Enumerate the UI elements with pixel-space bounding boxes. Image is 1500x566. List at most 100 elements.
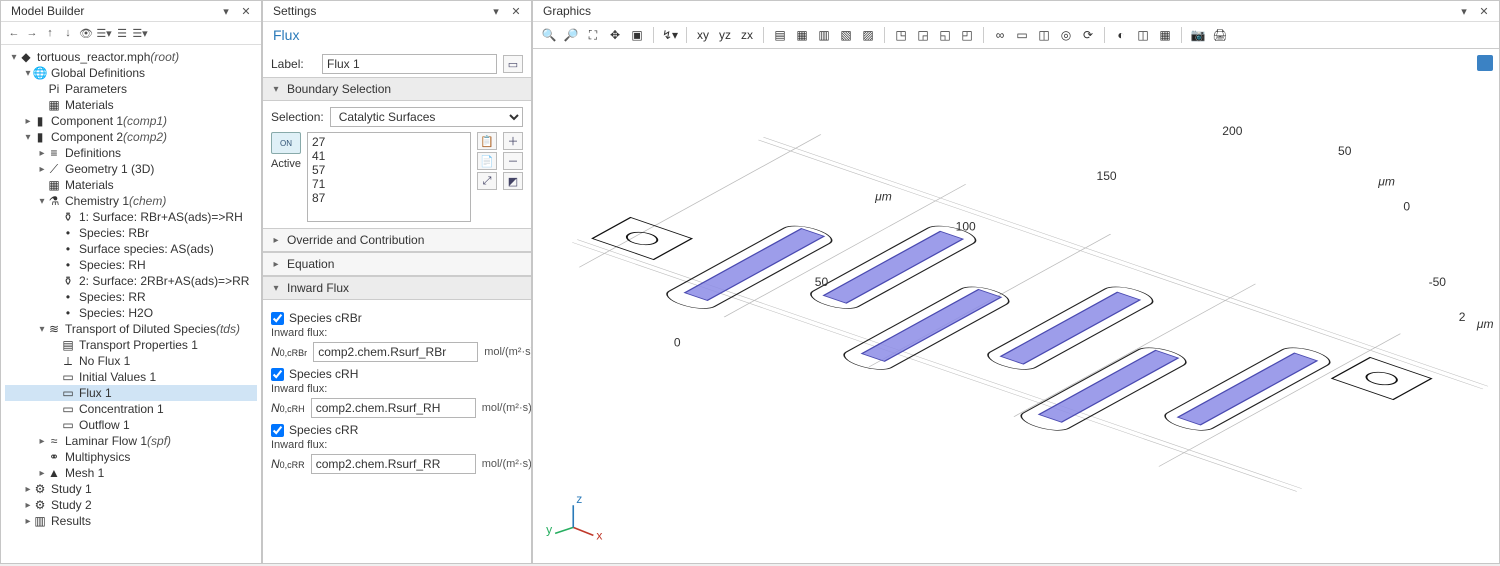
expand-icon[interactable] <box>51 212 61 223</box>
tree-node[interactable]: ⟂No Flux 1 <box>5 353 257 369</box>
expand-icon[interactable] <box>51 244 61 255</box>
selection-dropdown[interactable]: Catalytic Surfaces <box>330 107 523 127</box>
expand-icon[interactable] <box>51 308 61 319</box>
tree-node[interactable]: ▾⚗Chemistry 1 (chem) <box>5 193 257 209</box>
expand-icon[interactable]: ▾ <box>37 196 47 207</box>
hide-icon[interactable]: ∞ <box>990 25 1010 45</box>
tree-options-icon[interactable]: ☰▾ <box>133 26 147 40</box>
species-checkbox-row[interactable]: Species cRBr <box>271 311 523 325</box>
tree-node[interactable]: ▾≋Transport of Diluted Species (tds) <box>5 321 257 337</box>
species-checkbox[interactable] <box>271 368 284 381</box>
measure-icon[interactable]: ◫ <box>1133 25 1153 45</box>
select-objects-icon[interactable]: ◳ <box>891 25 911 45</box>
tree-node[interactable]: ▦Materials <box>5 177 257 193</box>
tree-node[interactable]: ▭Initial Values 1 <box>5 369 257 385</box>
print-icon[interactable]: 🖨 <box>1210 25 1230 45</box>
tree-node[interactable]: •Species: RBr <box>5 225 257 241</box>
close-icon[interactable]: ✕ <box>1477 4 1491 18</box>
expand-icon[interactable] <box>51 404 61 415</box>
remove-selection-icon[interactable]: － <box>503 152 523 170</box>
expand-icon[interactable] <box>51 292 61 303</box>
expand-icon[interactable]: ▾ <box>23 68 33 79</box>
tree-node[interactable]: ⚱2: Surface: 2RBr+AS(ads)=>RR <box>5 273 257 289</box>
chevron-down-icon[interactable]: ▾ <box>489 4 503 18</box>
expand-icon[interactable] <box>51 228 61 239</box>
show-icon[interactable]: 👁 <box>79 26 93 40</box>
grid-icon[interactable]: ▨ <box>858 25 878 45</box>
graphics-canvas[interactable]: 0 50 100 150 200 μm 50 0 -50 μm 2 μm x y <box>533 49 1499 563</box>
create-selection-icon[interactable]: ▭ <box>503 55 523 73</box>
zoom-out-icon[interactable]: 🔎 <box>561 25 581 45</box>
tree-node[interactable]: ▸≡Definitions <box>5 145 257 161</box>
view-xy-icon[interactable]: xy <box>693 25 713 45</box>
select-boundaries-icon[interactable]: ◱ <box>935 25 955 45</box>
expand-icon[interactable]: ▸ <box>37 436 47 447</box>
tree-node[interactable]: ▸≈Laminar Flow 1 (spf) <box>5 433 257 449</box>
close-icon[interactable]: ✕ <box>239 4 253 18</box>
clip-icon[interactable]: ▦ <box>1155 25 1175 45</box>
flux-expression-input[interactable] <box>313 342 478 362</box>
selection-entry[interactable]: 71 <box>312 177 466 191</box>
expand-icon[interactable]: ▾ <box>9 52 19 63</box>
select-domains-icon[interactable]: ◲ <box>913 25 933 45</box>
expand-icon[interactable]: ▸ <box>23 484 33 495</box>
species-checkbox[interactable] <box>271 312 284 325</box>
toggle-select-icon[interactable]: ◐ <box>1111 25 1131 45</box>
zoom-in-icon[interactable]: 🔍 <box>539 25 559 45</box>
tree-node[interactable]: ▦Materials <box>5 97 257 113</box>
tree-node[interactable]: ▾◆tortuous_reactor.mph (root) <box>5 49 257 65</box>
tree-node[interactable]: •Species: RR <box>5 289 257 305</box>
wireframe-icon[interactable]: ▥ <box>814 25 834 45</box>
selection-entry[interactable]: 87 <box>312 191 466 205</box>
close-icon[interactable]: ✕ <box>509 4 523 18</box>
species-checkbox[interactable] <box>271 424 284 437</box>
chevron-down-icon[interactable]: ▾ <box>1457 4 1471 18</box>
nav-down-icon[interactable]: ↓ <box>61 26 75 40</box>
label-input[interactable] <box>322 54 497 74</box>
show-hidden-icon[interactable]: ▭ <box>1012 25 1032 45</box>
section-header[interactable]: ▸Equation <box>263 253 531 276</box>
zoom-selection-icon[interactable]: ⤢ <box>477 172 497 190</box>
view-unhide-icon[interactable]: ◎ <box>1056 25 1076 45</box>
model-tree[interactable]: ▾◆tortuous_reactor.mph (root)▾🌐Global De… <box>1 45 261 563</box>
render-icon[interactable]: ▧ <box>836 25 856 45</box>
tree-node[interactable]: ▸▥Results <box>5 513 257 529</box>
expand-icon[interactable]: ▸ <box>37 148 47 159</box>
collapse-tree-icon[interactable]: ☰ <box>115 26 129 40</box>
nav-fwd-icon[interactable]: → <box>25 26 39 40</box>
tree-node[interactable]: ▭Flux 1 <box>5 385 257 401</box>
tree-node[interactable]: ▾▮Component 2 (comp2) <box>5 129 257 145</box>
selection-entry[interactable]: 57 <box>312 163 466 177</box>
expand-icon[interactable] <box>51 260 61 271</box>
add-selection-icon[interactable]: ＋ <box>503 132 523 150</box>
flux-expression-input[interactable] <box>311 454 476 474</box>
selection-list[interactable]: 2741577187 <box>307 132 471 222</box>
tree-node[interactable]: •Species: RH <box>5 257 257 273</box>
view-yz-icon[interactable]: yz <box>715 25 735 45</box>
expand-icon[interactable]: ▾ <box>23 132 33 143</box>
zoom-box-icon[interactable]: ⛶ <box>583 25 603 45</box>
toggle-selection-icon[interactable]: ◩ <box>503 172 523 190</box>
scene-light-icon[interactable]: ▤ <box>770 25 790 45</box>
expand-icon[interactable]: ▸ <box>23 500 33 511</box>
tree-node[interactable]: ⚭Multiphysics <box>5 449 257 465</box>
go-default-view-icon[interactable]: ↯▾ <box>660 25 680 45</box>
reset-hidden-icon[interactable]: ◫ <box>1034 25 1054 45</box>
tree-node[interactable]: ▭Outflow 1 <box>5 417 257 433</box>
zoom-extents-icon[interactable]: ✥ <box>605 25 625 45</box>
expand-icon[interactable]: ▸ <box>23 116 33 127</box>
copy-selection-icon[interactable]: 📄 <box>477 152 497 170</box>
expand-icon[interactable]: ▾ <box>37 324 47 335</box>
expand-icon[interactable]: ▸ <box>23 516 33 527</box>
section-header[interactable]: ▸Override and Contribution <box>263 229 531 252</box>
tree-node[interactable]: •Species: H2O <box>5 305 257 321</box>
expand-icon[interactable] <box>37 452 47 463</box>
selection-active-toggle[interactable]: ON <box>271 132 301 154</box>
tree-node[interactable]: •Surface species: AS(ads) <box>5 241 257 257</box>
expand-icon[interactable] <box>51 340 61 351</box>
tree-node[interactable]: ▭Concentration 1 <box>5 401 257 417</box>
expand-icon[interactable] <box>51 356 61 367</box>
expand-tree-icon[interactable]: ☰▾ <box>97 26 111 40</box>
transparency-icon[interactable]: ▦ <box>792 25 812 45</box>
tree-node[interactable]: ▸⚙Study 2 <box>5 497 257 513</box>
